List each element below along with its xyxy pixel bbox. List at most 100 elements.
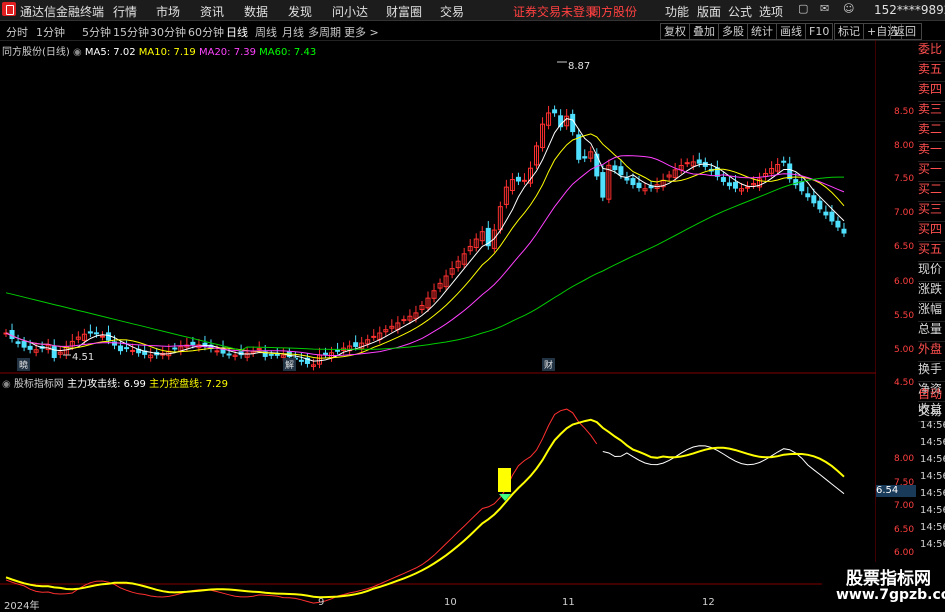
quote-label: 卖五 (918, 60, 945, 82)
marker-badge-1: 曉 (17, 358, 31, 371)
quote-label: 买一 (918, 160, 945, 182)
marker-badge-cai[interactable]: 财 (542, 358, 556, 371)
app-title: 通达信金融终端 (20, 5, 105, 19)
sub-tick: 8.00 (894, 454, 915, 464)
title-bar: 通达信金融终端 行情 市场 资讯 数据 发现 问小达 财富圈 交易 证券交易未登… (0, 0, 945, 21)
candle-body (835, 220, 841, 228)
candle-body (172, 347, 178, 350)
xaxis-label: 10 (444, 597, 457, 608)
app-logo-icon (2, 2, 16, 16)
auto-toggle[interactable]: 自动 (918, 385, 942, 402)
marker-badge-jie[interactable]: 解 (283, 358, 297, 371)
quote-label: 涨幅 (918, 300, 945, 322)
quote-label: 委比 (918, 40, 945, 62)
tick-time: 14:56 (920, 420, 945, 431)
tick-time: 14:56 (920, 505, 945, 516)
menu-caifuquan[interactable]: 财富圈 (386, 3, 422, 20)
ma60-line (5, 176, 844, 351)
tick-time: 14:56 (920, 522, 945, 533)
menu-banmian[interactable]: 版面 (697, 3, 721, 20)
sub-tick: 7.00 (894, 501, 915, 511)
period-toolbar: 分时 1分钟 5分钟 15分钟 30分钟 60分钟 日线 周线 月线 多周期 更… (0, 22, 945, 41)
candle-body (15, 341, 21, 344)
kline-chart[interactable]: 8.87 4.51 (0, 40, 876, 609)
candle-body (371, 335, 377, 338)
candle-body (618, 166, 624, 176)
candle-body (105, 332, 111, 341)
period-60min[interactable]: 60分钟 (188, 24, 224, 40)
candle-body (118, 345, 124, 352)
menu-hangqing[interactable]: 行情 (113, 3, 137, 20)
menu-faxian[interactable]: 发现 (288, 3, 312, 20)
quote-label: 换手 (918, 360, 945, 382)
menu-wenxiaoda[interactable]: 问小达 (332, 3, 368, 20)
candle-body (256, 348, 262, 351)
biaoji-button[interactable]: 标记 (834, 23, 864, 40)
sub-tick: 6.00 (894, 548, 915, 558)
account-id[interactable]: 152****9892 (874, 3, 945, 17)
menu-xuanxiang[interactable]: 选项 (759, 3, 783, 20)
f10-button[interactable]: F10 (805, 23, 834, 40)
candle-body (829, 211, 835, 222)
price-tick: 5.00 (894, 345, 915, 355)
period-more[interactable]: 更多 > (344, 24, 379, 40)
period-1min[interactable]: 1分钟 (36, 24, 65, 40)
menu-shuju[interactable]: 数据 (244, 3, 268, 20)
period-multi[interactable]: 多周期 (308, 24, 341, 40)
diejia-button[interactable]: 叠加 (689, 23, 719, 40)
candle-body (268, 353, 274, 356)
candle-body (323, 352, 329, 355)
period-15min[interactable]: 15分钟 (113, 24, 149, 40)
candle-body (190, 341, 196, 345)
candle-body (781, 160, 787, 163)
quote-panel: 委比 卖五 卖四 卖三 卖二 卖一 买一 买二 买三 买四 买五 现价 涨跌 涨… (918, 40, 945, 422)
xaxis-label: 11 (562, 597, 575, 608)
candle-body (805, 193, 811, 198)
candle-body (696, 159, 702, 164)
account-notice[interactable]: 证券交易未登录 (513, 3, 597, 20)
menu-zixun[interactable]: 资讯 (200, 3, 224, 20)
mail-icon[interactable]: ✉ (820, 2, 829, 15)
trade-label[interactable]: 交易 (918, 402, 942, 419)
tick-time: 14:56 (920, 437, 945, 448)
attack-line-tail (602, 445, 845, 495)
period-daily[interactable]: 日线 (226, 24, 248, 40)
period-fenshi[interactable]: 分时 (6, 24, 28, 40)
candle-body (124, 347, 130, 350)
stock-name-title: 同方股份 (589, 5, 638, 19)
price-tick: 8.50 (894, 107, 915, 117)
candle-body (799, 181, 805, 192)
period-monthly[interactable]: 月线 (282, 24, 304, 40)
candle-body (353, 342, 359, 347)
menu-shichang[interactable]: 市场 (156, 3, 180, 20)
menu-gongneng[interactable]: 功能 (665, 3, 689, 20)
fuquan-button[interactable]: 复权 (660, 23, 690, 40)
candle-body (515, 176, 521, 182)
duogu-button[interactable]: 多股 (718, 23, 748, 40)
candle-body (298, 359, 304, 362)
huaxian-button[interactable]: 画线 (776, 23, 806, 40)
quote-label: 卖一 (918, 140, 945, 162)
candle-body (841, 228, 847, 234)
price-tick: 7.50 (894, 174, 915, 184)
attack-line-label: 主力攻击线: 6.99 (67, 379, 146, 390)
user-icon[interactable]: ☺ (843, 2, 854, 15)
menu-jiaoyi[interactable]: 交易 (440, 3, 464, 20)
back-button[interactable]: 返回 (890, 23, 922, 40)
candle-body (817, 200, 823, 210)
signal-marker (498, 468, 511, 492)
candle-body (401, 319, 407, 322)
tongji-button[interactable]: 统计 (747, 23, 777, 40)
control-line-label: 主力控盘线: 7.29 (149, 379, 228, 390)
tick-time: 14:56 (920, 454, 945, 465)
candle-body (335, 349, 341, 352)
quote-label: 卖四 (918, 80, 945, 102)
period-weekly[interactable]: 周线 (255, 24, 277, 40)
period-30min[interactable]: 30分钟 (150, 24, 186, 40)
candle-body (720, 177, 726, 182)
price-tick: 8.00 (894, 141, 915, 151)
quote-label: 买五 (918, 240, 945, 262)
skin-icon[interactable]: ▢ (798, 2, 808, 15)
period-5min[interactable]: 5分钟 (82, 24, 111, 40)
menu-gongshi[interactable]: 公式 (728, 3, 752, 20)
